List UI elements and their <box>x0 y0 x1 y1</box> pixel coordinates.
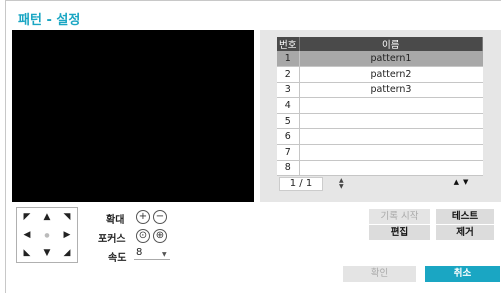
row-name: pattern2 <box>299 66 483 83</box>
focus-far-icon[interactable]: ⊕ <box>153 229 167 243</box>
arrow-up-left-icon[interactable]: ◤ <box>17 208 37 226</box>
zoom-out-icon[interactable]: − <box>153 210 167 224</box>
row-name <box>299 113 483 130</box>
table-row[interactable]: 4 <box>277 97 483 114</box>
arrow-down-icon[interactable]: ▼ <box>463 178 472 186</box>
arrow-right-icon[interactable]: ▶ <box>57 226 77 244</box>
arrow-down-icon[interactable]: ▼ <box>37 244 57 262</box>
row-name <box>299 144 483 161</box>
zoom-label: 확대 <box>106 215 125 226</box>
page-title: 패턴 - 설정 <box>18 13 81 28</box>
arrow-down-right-icon[interactable]: ◢ <box>57 244 77 262</box>
row-number: 6 <box>277 128 300 146</box>
edit-button[interactable]: 편집 <box>369 225 430 240</box>
record-start-button[interactable]: 기록 시작 <box>369 209 430 224</box>
chevron-down-icon[interactable]: ▼ <box>162 251 167 258</box>
video-preview <box>12 30 254 202</box>
arrow-up-icon[interactable]: ▲ <box>37 208 57 226</box>
page-stepper-icon[interactable]: ▲ ▼ <box>339 178 345 191</box>
speed-label: 속도 <box>108 253 127 264</box>
title-bar: 패턴 - 설정 <box>5 0 501 30</box>
pattern-panel: 번호 이름 1 pattern1 2 pattern2 3 pattern3 4 <box>260 30 501 202</box>
row-name <box>299 160 483 177</box>
ok-button[interactable]: 확인 <box>343 266 416 282</box>
arrow-up-icon[interactable]: ▲ <box>454 178 463 186</box>
center-dot-icon: ● <box>44 231 50 239</box>
row-number: 1 <box>277 51 300 68</box>
row-number: 3 <box>277 82 300 99</box>
table-row[interactable]: 2 pattern2 <box>277 66 483 83</box>
page-nav-arrows[interactable]: ▲▼ <box>448 178 478 190</box>
table-row[interactable]: 8 <box>277 160 483 177</box>
row-number: 4 <box>277 97 300 114</box>
remove-button[interactable]: 제거 <box>436 225 494 240</box>
table-row[interactable]: 1 pattern1 <box>277 51 483 68</box>
test-button[interactable]: 테스트 <box>436 209 494 224</box>
row-number: 8 <box>277 160 300 177</box>
focus-label: 포커스 <box>98 234 126 245</box>
ptz-direction-pad: ◤ ▲ ◥ ◀ ● ▶ ◣ ▼ ◢ <box>16 207 78 263</box>
pattern-table: 번호 이름 1 pattern1 2 pattern2 3 pattern3 4 <box>277 37 483 177</box>
header-number: 번호 <box>277 37 300 51</box>
focus-near-icon[interactable]: ⊙ <box>136 229 150 243</box>
table-row[interactable]: 6 <box>277 128 483 146</box>
frame-border <box>5 28 6 293</box>
arrow-up-right-icon[interactable]: ◥ <box>57 208 77 226</box>
row-number: 5 <box>277 113 300 130</box>
row-name: pattern3 <box>299 82 483 99</box>
row-name <box>299 97 483 114</box>
row-number: 7 <box>277 144 300 161</box>
page-indicator[interactable]: 1 / 1 <box>279 177 323 191</box>
header-name: 이름 <box>299 37 483 51</box>
arrow-left-icon[interactable]: ◀ <box>17 226 37 244</box>
row-name: pattern1 <box>299 51 483 68</box>
table-row[interactable]: 7 <box>277 144 483 161</box>
row-name <box>299 128 483 146</box>
zoom-in-icon[interactable]: + <box>136 210 150 224</box>
arrow-down-left-icon[interactable]: ◣ <box>17 244 37 262</box>
table-row[interactable]: 5 <box>277 113 483 130</box>
table-row[interactable]: 3 pattern3 <box>277 82 483 99</box>
row-number: 2 <box>277 66 300 83</box>
cancel-button[interactable]: 취소 <box>425 266 500 282</box>
